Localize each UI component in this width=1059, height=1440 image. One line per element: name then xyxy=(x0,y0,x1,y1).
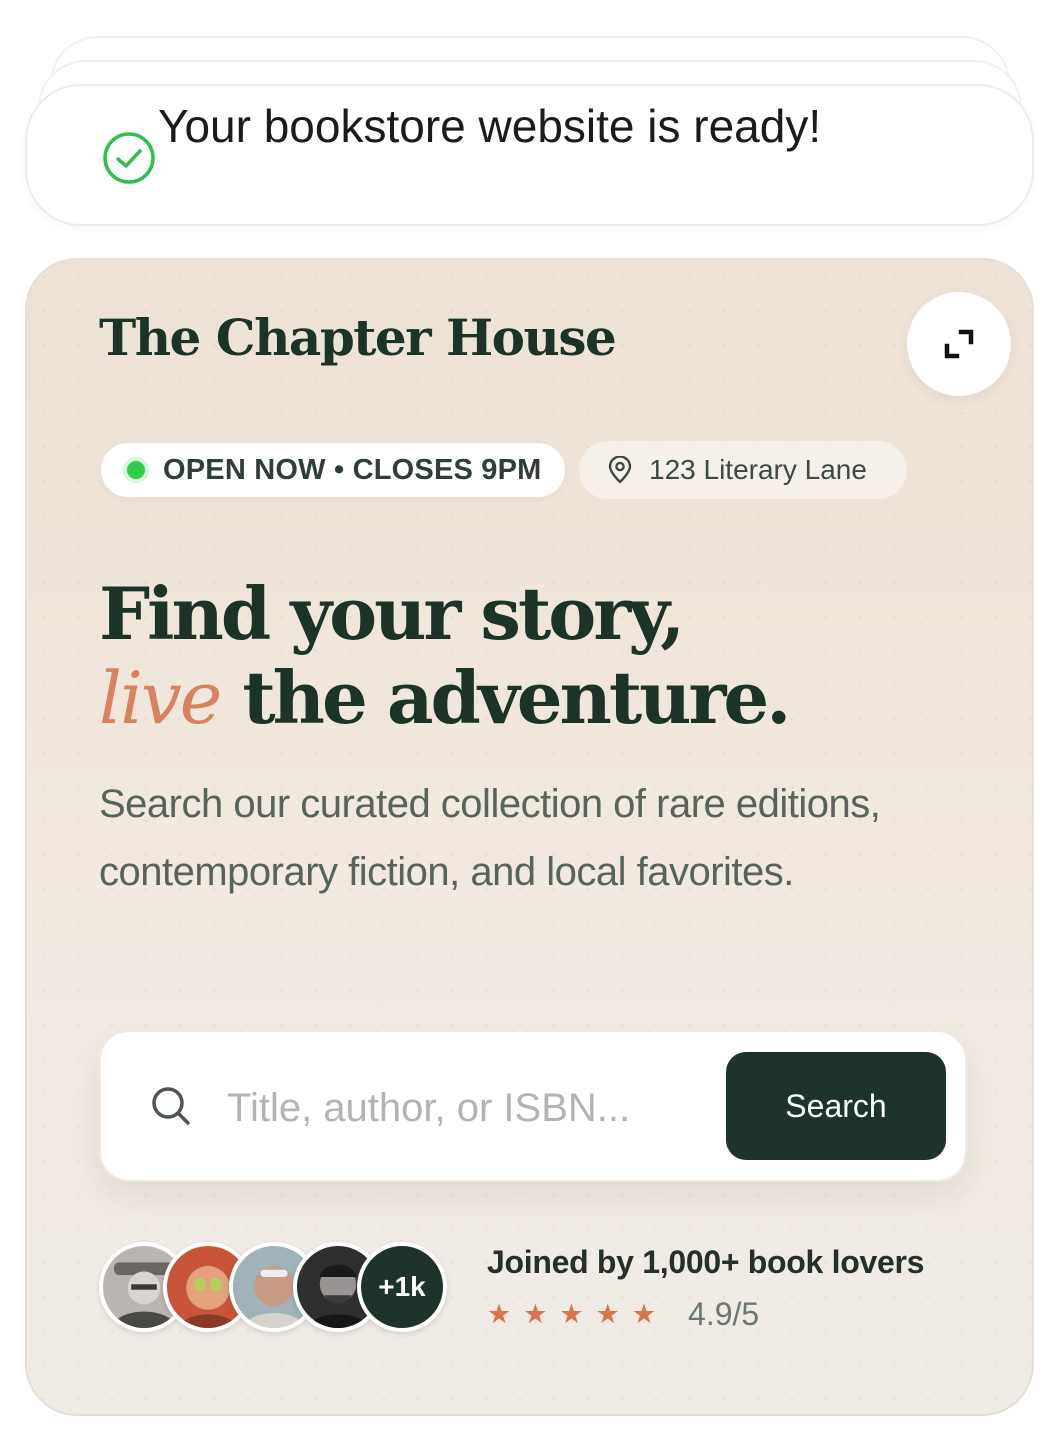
website-preview-card: The Chapter House OPEN NOW • CLOSES 9PM … xyxy=(25,258,1034,1416)
headline-line-2: the adventure. xyxy=(220,655,791,740)
status-badge-text: OPEN NOW • CLOSES 9PM xyxy=(163,453,542,486)
search-bar: Search xyxy=(99,1030,967,1182)
search-button[interactable]: Search xyxy=(726,1052,946,1160)
status-dot xyxy=(127,461,145,479)
search-icon xyxy=(152,1087,190,1125)
more-readers-badge: +1k xyxy=(357,1242,447,1332)
rating: ★★★★★ 4.9/5 xyxy=(487,1296,759,1333)
social-proof-text: Joined by 1,000+ book lovers xyxy=(487,1244,925,1280)
check-circle-icon xyxy=(103,132,155,184)
address-text: 123 Literary Lane xyxy=(649,454,867,485)
hero-headline: Find your story, live the adventure. xyxy=(99,571,791,741)
map-pin-icon xyxy=(608,456,632,484)
toast-message: Your bookstore website is ready! xyxy=(158,100,822,152)
headline-accent-word: live xyxy=(99,656,222,740)
expand-button[interactable] xyxy=(907,292,1011,396)
headline-line-1: Find your story, xyxy=(99,571,685,656)
reader-avatars: +1k xyxy=(99,1242,449,1334)
hero-description: Search our curated collection of rare ed… xyxy=(99,782,881,894)
rating-value: 4.9/5 xyxy=(688,1296,760,1332)
expand-icon xyxy=(944,329,974,359)
brand-name: The Chapter House xyxy=(99,308,617,367)
search-input[interactable] xyxy=(227,1072,707,1144)
star-rating-icons: ★★★★★ xyxy=(487,1299,669,1329)
address-badge[interactable]: 123 Literary Lane xyxy=(579,441,907,499)
status-badge: OPEN NOW • CLOSES 9PM xyxy=(99,441,567,499)
